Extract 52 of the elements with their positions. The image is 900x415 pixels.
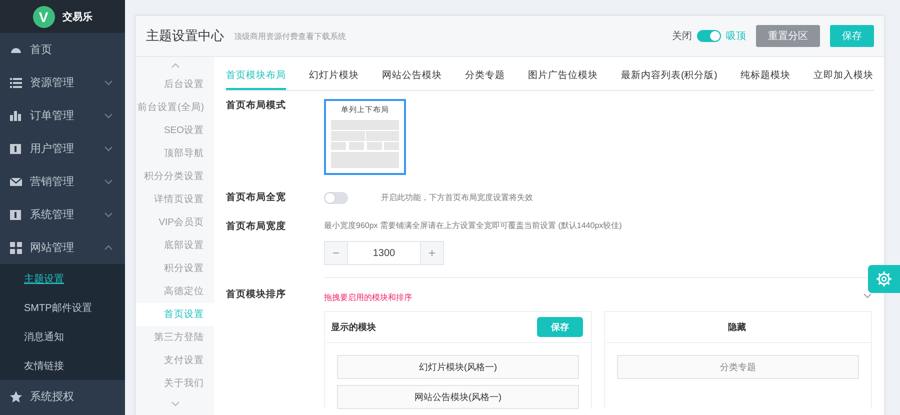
- hint-text: 开启此功能，下方首页布局宽度设置将失效: [381, 192, 533, 203]
- star-icon: [10, 390, 22, 402]
- tab[interactable]: 纯标题模块: [740, 69, 790, 90]
- panel-title: 显示的模块: [331, 320, 376, 334]
- sidebar-item[interactable]: 订单管理: [0, 99, 125, 132]
- sidebar-item[interactable]: 系统授权: [0, 380, 125, 413]
- id-card-icon: [10, 142, 22, 154]
- chevron-down-icon: [170, 401, 180, 407]
- hint-text: 最小宽度960px 需要铺满全屏请在上方设置全宽即可覆盖当前设置 (默认1440px较佳): [324, 220, 622, 231]
- tab[interactable]: 立即加入模块: [813, 69, 874, 90]
- grid-icon: [10, 242, 22, 254]
- brand-name: 交易乐: [62, 10, 92, 24]
- field-label: 首页模块排序: [226, 288, 287, 302]
- field-label: 首页布局全宽: [226, 191, 287, 204]
- module-item[interactable]: 分类专题: [617, 355, 859, 379]
- gear-icon: [876, 271, 892, 287]
- sidebar-item[interactable]: 营销管理: [0, 165, 125, 198]
- layout-preview-drawing: [331, 120, 399, 168]
- sidebar-item[interactable]: 资源管理: [0, 66, 125, 99]
- bar-chart-icon: [10, 110, 22, 122]
- envelope-icon: [10, 176, 22, 188]
- id-card-icon: [10, 208, 22, 220]
- tab[interactable]: 分类专题: [465, 69, 505, 90]
- tab[interactable]: 图片广告位模块: [528, 69, 598, 90]
- submenu-item[interactable]: 友情链接: [0, 351, 125, 380]
- toggle-label: 吸顶: [726, 30, 746, 43]
- submenu-item[interactable]: SMTP邮件设置: [0, 293, 125, 322]
- hint-text: 拖拽要启用的模块和排序: [324, 292, 412, 303]
- sidebar-item[interactable]: 网站管理: [0, 231, 125, 264]
- toggle-label: 关闭: [672, 30, 692, 43]
- panel-title: 隐藏: [728, 320, 746, 334]
- chevron-down-icon: [863, 292, 872, 298]
- module-item[interactable]: 幻灯片模块(风格一): [337, 355, 579, 379]
- submenu-item[interactable]: 主题设置: [0, 264, 125, 293]
- logo-badge: V: [32, 6, 54, 28]
- tab[interactable]: 最新内容列表(积分版): [621, 69, 718, 90]
- chevron-up-icon: [170, 63, 180, 69]
- sidebar-item[interactable]: 系统管理: [0, 198, 125, 231]
- module-item[interactable]: 网站公告模块(风格一): [337, 385, 579, 409]
- submenu-item[interactable]: 消息通知: [0, 322, 125, 351]
- field-label: 首页布局宽度: [226, 220, 287, 234]
- page-title: 主题设置中心: [146, 27, 224, 45]
- list-icon: [10, 76, 22, 88]
- tab[interactable]: 幻灯片模块: [309, 69, 359, 90]
- page-subtitle: 顶级商用资源付费查看下载系统: [234, 30, 347, 42]
- full-width-toggle[interactable]: [324, 192, 348, 204]
- tab[interactable]: 网站公告模块: [382, 69, 442, 90]
- field-label: 首页布局模式: [226, 99, 287, 113]
- settings-button[interactable]: [868, 265, 900, 293]
- sidebar-item[interactable]: 首页: [0, 33, 125, 66]
- sticky-toggle[interactable]: [697, 30, 721, 42]
- sidebar-item[interactable]: 用户管理: [0, 132, 125, 165]
